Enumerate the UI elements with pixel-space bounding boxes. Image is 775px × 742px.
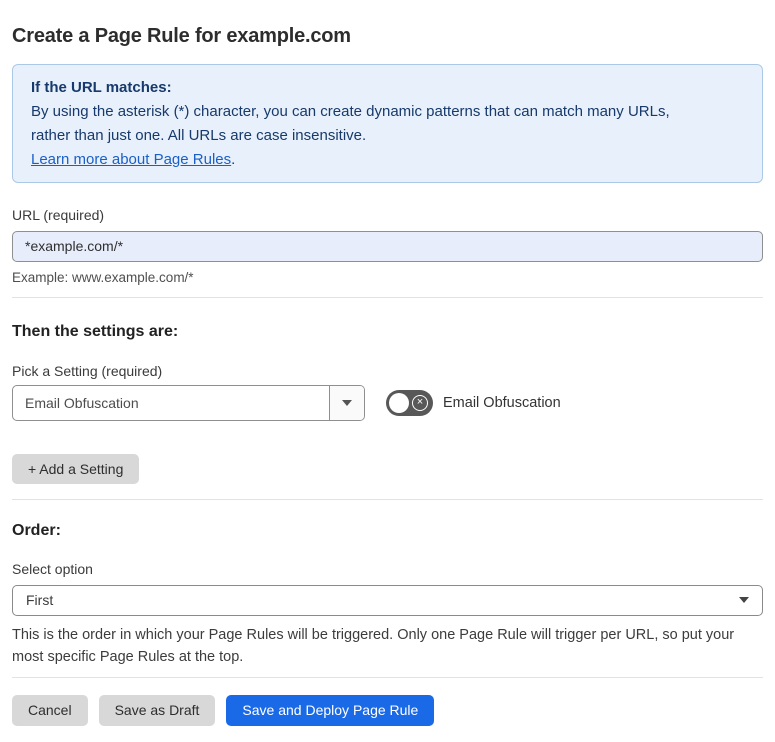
add-setting-button[interactable]: + Add a Setting <box>12 453 140 484</box>
url-field-label: URL (required) <box>12 206 105 223</box>
order-section-heading: Order: <box>12 521 61 539</box>
url-example-helper: Example: www.example.com/* <box>12 269 194 285</box>
order-select-value: First <box>26 592 54 609</box>
order-select[interactable]: First <box>12 584 763 616</box>
email-obfuscation-toggle[interactable]: × <box>386 389 433 416</box>
link-suffix: . <box>231 150 236 168</box>
url-match-info-box: If the URL matches: By using the asteris… <box>12 63 763 183</box>
divider <box>12 498 763 500</box>
order-helper-line-2: most specific Page Rules at the top. <box>12 648 244 665</box>
create-page-rule-panel: Create a Page Rule for example.com If th… <box>0 0 775 742</box>
pick-setting-label: Pick a Setting (required) <box>12 362 163 379</box>
toggle-knob <box>389 392 409 413</box>
settings-section-heading: Then the settings are: <box>12 322 179 340</box>
page-title: Create a Page Rule for example.com <box>12 25 351 48</box>
footer-button-row: Cancel Save as Draft Save and Deploy Pag… <box>12 694 763 726</box>
order-helper-line-1: This is the order in which your Page Rul… <box>12 626 735 643</box>
info-box-heading: If the URL matches: <box>31 78 172 96</box>
divider <box>12 296 763 298</box>
setting-row: Email Obfuscation × Email Obfuscation <box>12 384 763 421</box>
divider <box>12 676 763 678</box>
save-as-draft-button[interactable]: Save as Draft <box>98 694 216 726</box>
chevron-down-icon <box>342 399 352 406</box>
info-box-body-line-2: rather than just one. All URLs are case … <box>31 126 367 144</box>
toggle-label: Email Obfuscation <box>443 394 561 411</box>
setting-select[interactable]: Email Obfuscation <box>12 384 365 421</box>
chevron-down-icon <box>739 597 749 604</box>
setting-select-value: Email Obfuscation <box>25 394 139 411</box>
cancel-button[interactable]: Cancel <box>12 694 88 726</box>
toggle-off-x-icon: × <box>412 394 428 411</box>
order-select-label: Select option <box>12 560 93 577</box>
order-helper-text: This is the order in which your Page Rul… <box>12 624 763 668</box>
save-and-deploy-button[interactable]: Save and Deploy Page Rule <box>226 694 435 726</box>
setting-select-arrow-button[interactable] <box>329 385 364 420</box>
info-box-link-line: Learn more about Page Rules. <box>31 148 744 172</box>
url-input[interactable] <box>12 230 763 262</box>
learn-more-link[interactable]: Learn more about Page Rules <box>31 151 231 168</box>
info-box-body-line-1: By using the asterisk (*) character, you… <box>31 102 670 120</box>
